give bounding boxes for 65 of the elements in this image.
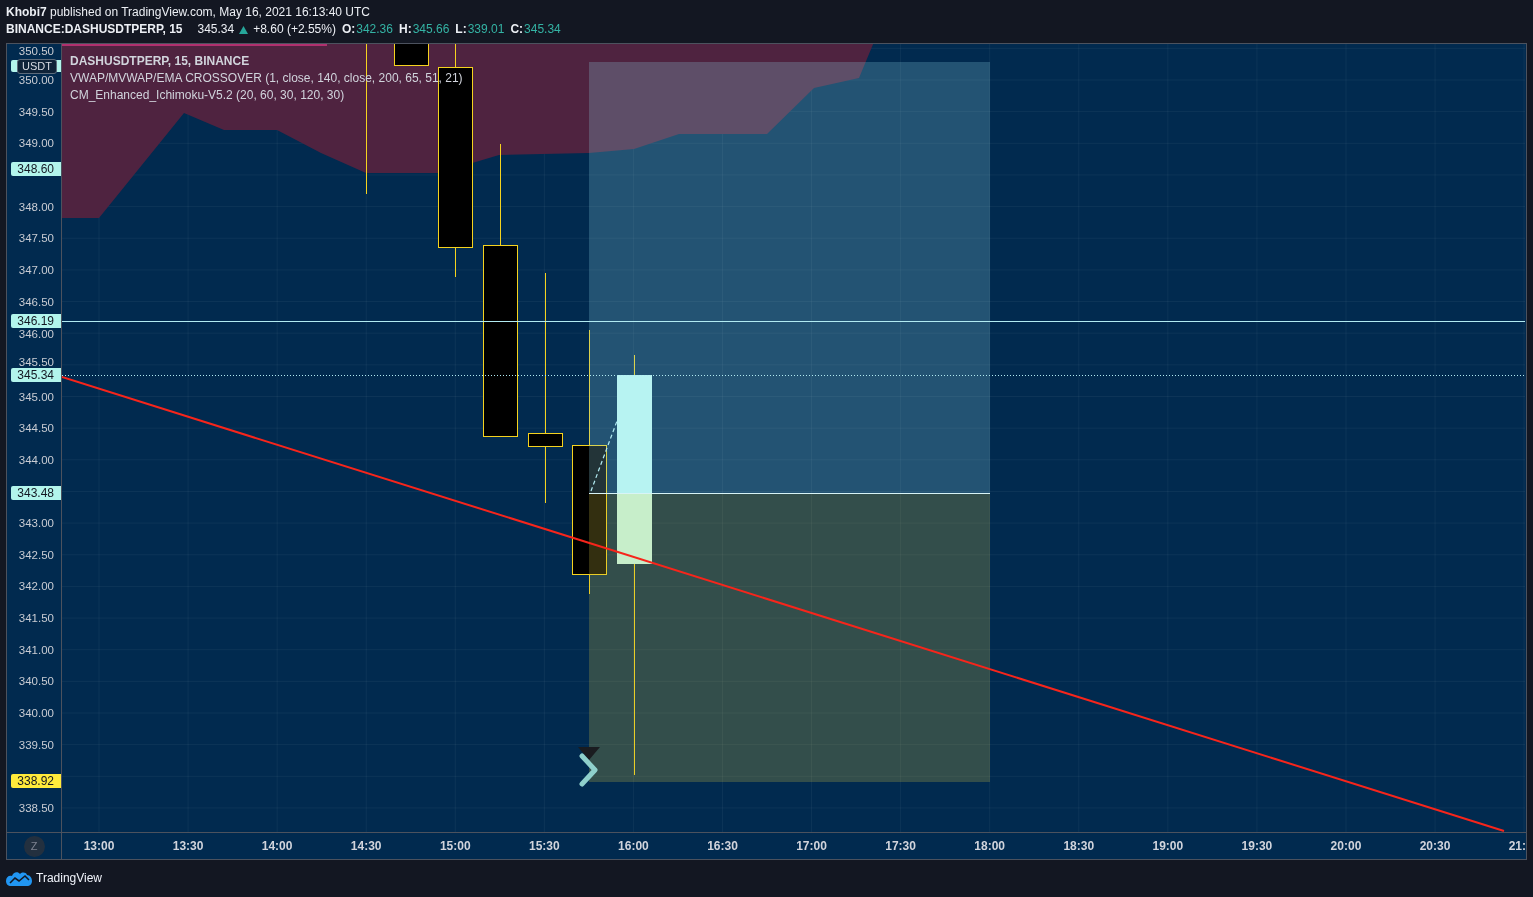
price-label: 346.00 — [18, 328, 54, 341]
time-label: 17:30 — [885, 839, 916, 853]
price-label: 338.50 — [18, 801, 54, 814]
price-label: 349.50 — [18, 105, 54, 118]
time-label: 16:00 — [618, 839, 649, 853]
symbol-name: BINANCE:DASHUSDTPERP, 15 — [6, 21, 183, 38]
chevron-right-icon[interactable] — [578, 747, 600, 787]
price-label: 345.50 — [18, 355, 54, 368]
price-label: 347.00 — [18, 263, 54, 276]
time-label: 20:30 — [1419, 839, 1451, 853]
ohlc-label: O: — [341, 21, 356, 38]
time-label: 19:00 — [1152, 839, 1184, 853]
time-label: 16:30 — [707, 839, 738, 853]
price-tag: 343.48 — [11, 486, 61, 500]
ohlc-label: L: — [455, 21, 467, 38]
price-label: 342.00 — [18, 580, 54, 593]
price-change: +8.60 (+2.55%) — [253, 21, 336, 38]
price-tag: 345.34 — [11, 368, 61, 382]
time-label: 17:00 — [796, 839, 827, 853]
ohlc-value: 345.34 — [524, 21, 561, 38]
price-label: 341.50 — [18, 612, 54, 625]
candlestick — [394, 44, 429, 66]
indicator-label: CM_Enhanced_Ichimoku-V5.2 (20, 60, 30, 120, 30) — [70, 87, 345, 104]
currency-button[interactable]: USDT — [17, 59, 57, 74]
ohlc-value: 339.01 — [467, 21, 505, 38]
logo-icon — [6, 870, 32, 886]
price-label: 346.50 — [18, 295, 54, 308]
price-label: 348.00 — [18, 200, 54, 213]
price-label: 347.50 — [18, 232, 54, 245]
price-label: 349.00 — [18, 137, 54, 150]
time-label: 18:00 — [974, 839, 1006, 853]
price-label: 340.00 — [18, 707, 54, 719]
ohlc-label: H: — [398, 21, 412, 38]
dashed-connector — [590, 420, 618, 492]
price-tag: 348.60 — [11, 162, 61, 176]
time-label: 14:30 — [350, 839, 382, 853]
time-label: 14:00 — [261, 839, 293, 853]
ohlc-value: 345.66 — [412, 21, 450, 38]
time-label: 13:00 — [83, 839, 115, 853]
time-label: 19:30 — [1241, 839, 1273, 853]
price-label: 350.00 — [18, 74, 54, 86]
price-tag: 346.19 — [11, 314, 61, 328]
time-label: 13:30 — [172, 839, 204, 853]
ohlc-label: C: — [510, 21, 524, 38]
price-tag: 338.92 — [11, 774, 61, 788]
price-label: 344.50 — [18, 422, 54, 435]
time-label: 20:00 — [1330, 839, 1362, 853]
price-label: 341.00 — [18, 643, 54, 656]
price-label: 344.00 — [18, 453, 54, 466]
time-label: 18:30 — [1063, 839, 1095, 853]
price-label: 343.00 — [18, 517, 54, 530]
time-label: 21: — [1508, 839, 1526, 853]
price-label: 350.50 — [18, 45, 54, 57]
publication-info: Khobi7 published on TradingView.com, May 16, 2021 16:13:40 UTC — [6, 4, 370, 21]
last-price: 345.34 — [197, 21, 235, 38]
ohlc-value: 342.36 — [356, 21, 393, 38]
legend-title: DASHUSDTPERP, 15, BINANCE — [70, 53, 250, 70]
time-label: 15:00 — [439, 839, 471, 853]
price-label: 342.50 — [18, 548, 54, 561]
brand-name: TradingView — [36, 871, 103, 885]
price-label: 339.50 — [18, 738, 54, 751]
price-label: 340.50 — [18, 675, 54, 688]
auto-scale-button[interactable]: Z — [23, 835, 45, 857]
price-label: 345.00 — [18, 390, 54, 403]
time-label: 15:30 — [529, 839, 560, 853]
